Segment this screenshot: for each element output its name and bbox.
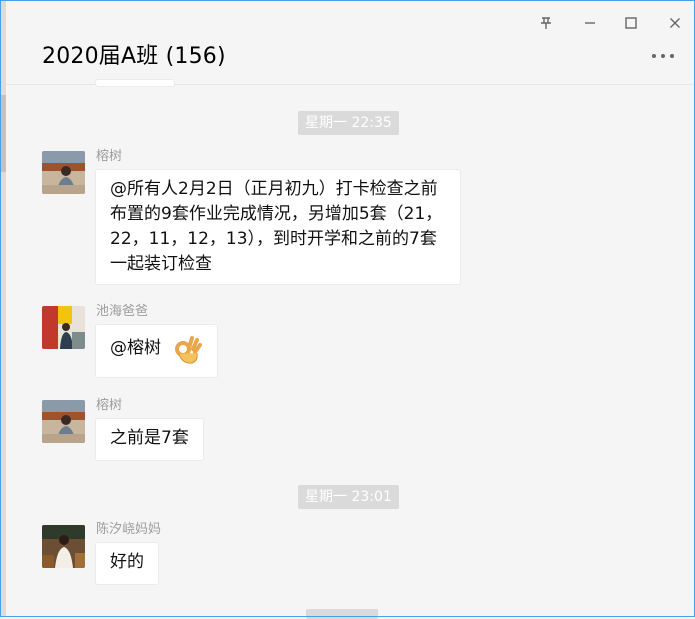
message-bubble[interactable]: @所有人2月2日（正月初九）打卡检查之前布置的9套作业完成情况，另增加5套（21…: [95, 169, 461, 285]
minimize-button[interactable]: [576, 10, 604, 36]
avatar[interactable]: [42, 400, 85, 443]
ok-hand-emoji-icon: [175, 336, 202, 364]
sender-name: 陈汐峣妈妈: [96, 522, 162, 537]
sender-name: 榕树: [96, 398, 123, 413]
previous-message-bubble: [95, 79, 175, 87]
message-bubble[interactable]: 好的: [95, 542, 159, 585]
message-text: @榕树: [110, 338, 161, 358]
maximize-button[interactable]: [617, 10, 645, 36]
sender-name: 榕树: [96, 149, 123, 164]
message-bubble[interactable]: @榕树: [95, 324, 218, 378]
timestamp-pill: 星期一 23:01: [298, 485, 399, 509]
timestamp-pill: 星期一 22:35: [298, 111, 399, 135]
close-button[interactable]: [661, 10, 689, 36]
sender-name: 池海爸爸: [96, 304, 149, 319]
avatar[interactable]: [42, 306, 85, 349]
avatar[interactable]: [42, 151, 85, 194]
more-dot-icon: [670, 54, 674, 58]
title-bar: 2020届A班 (156): [6, 0, 695, 85]
avatar[interactable]: [42, 525, 85, 568]
timestamp-pill-partial: [306, 609, 378, 619]
chat-area[interactable]: 星期一 22:35 榕树 @所有人2月2日（正月初九）打卡检查之前布置的9套作业…: [6, 79, 695, 619]
message-bubble[interactable]: 之前是7套: [95, 418, 204, 461]
more-dot-icon: [661, 54, 665, 58]
more-options-button[interactable]: [649, 48, 679, 64]
minimize-icon: [585, 22, 595, 24]
chat-title: 2020届A班 (156): [42, 44, 226, 69]
pin-button[interactable]: [532, 10, 560, 36]
more-dot-icon: [652, 54, 656, 58]
maximize-icon: [625, 17, 637, 29]
close-icon: [670, 18, 680, 28]
pin-icon: [541, 17, 551, 29]
